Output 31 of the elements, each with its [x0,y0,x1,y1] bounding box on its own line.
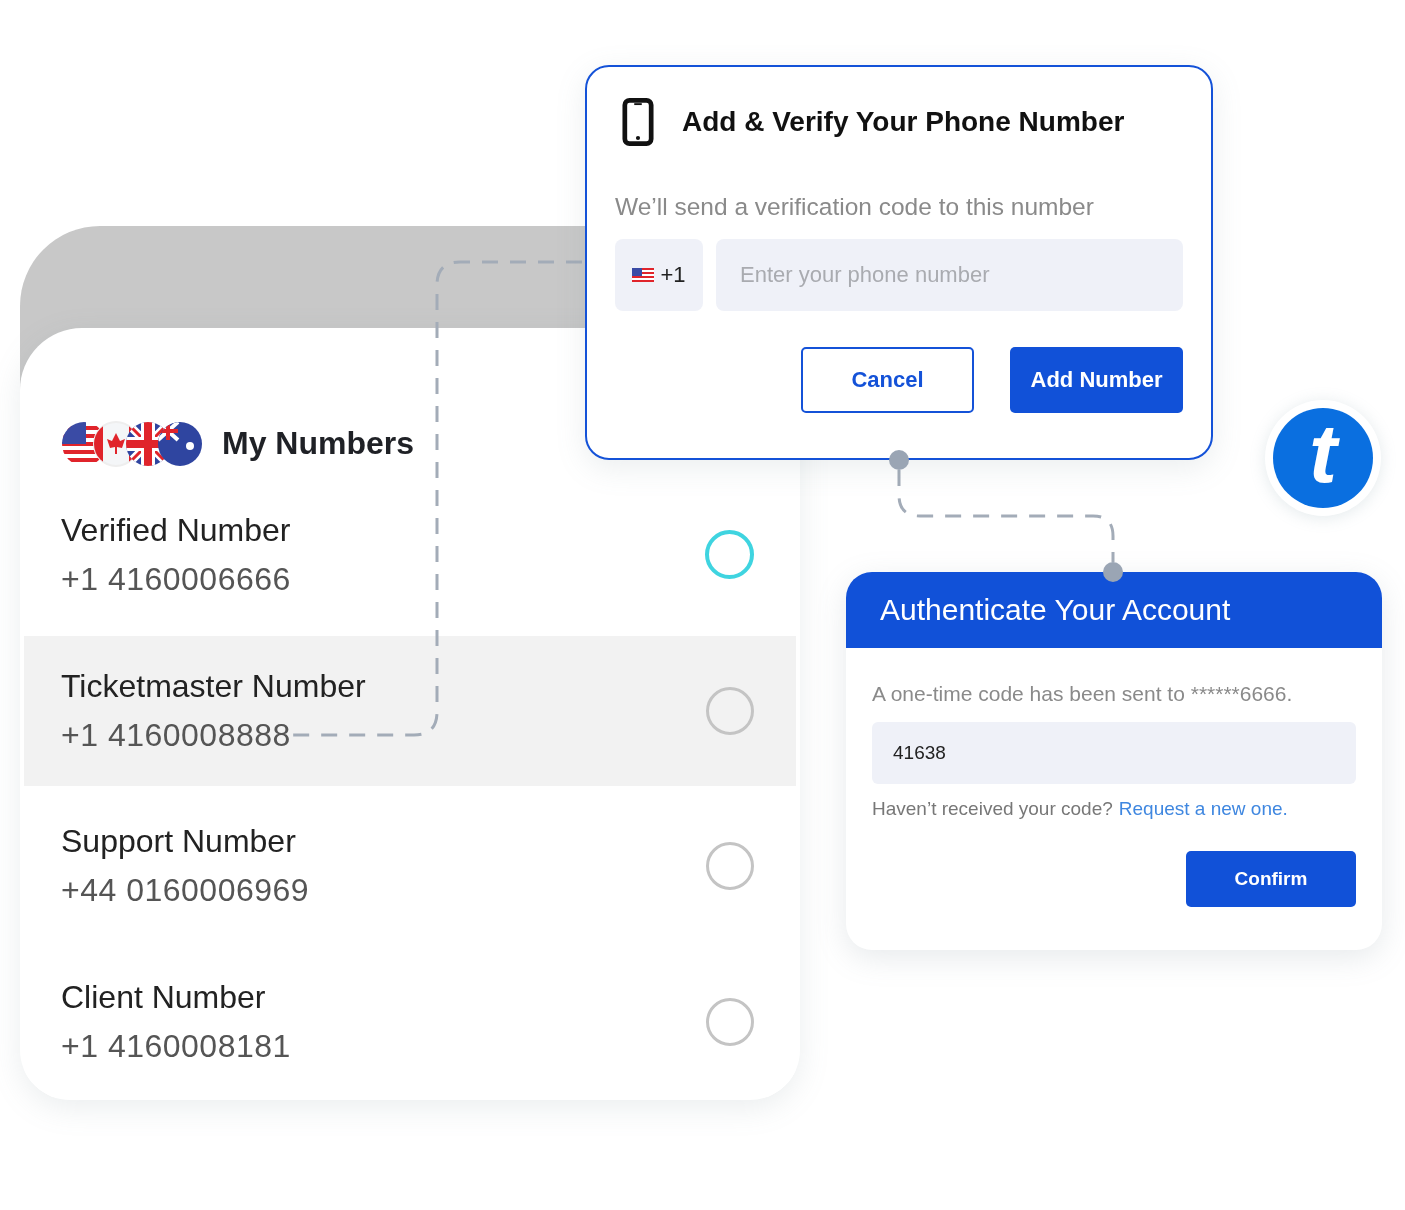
phone-number: +1 4160008181 [61,1028,291,1066]
code-message: A one-time code has been sent to ******6666. [872,682,1294,706]
number-row[interactable]: Ticketmaster Number +1 4160008888 [24,635,796,786]
radio-button[interactable] [705,530,754,580]
cancel-button[interactable]: Cancel [801,347,974,413]
resend-link[interactable]: Request a new one. [1118,798,1288,820]
radio-button[interactable] [706,686,754,735]
dialog-subtitle: We’ll send a verification code to this number [615,193,1095,221]
number-label: Ticketmaster Number [61,667,366,705]
number-label: Verified Number [61,511,291,549]
dialog-title: Add & Verify Your Phone Number [682,106,1125,138]
section-title: My Numbers [222,425,415,462]
phone-number: +1 4160008888 [61,716,292,754]
connector-dot [1103,562,1123,582]
confirm-button[interactable]: Confirm [1186,851,1356,907]
add-button[interactable]: Add Number [1010,347,1183,413]
phone-input[interactable]: Enter your phone number [716,239,1183,311]
number-label: Support Number [61,823,297,861]
logo: t [1265,400,1381,516]
radio-button[interactable] [706,998,754,1047]
card-title: Authenticate Your Account [880,593,1231,627]
phone-number: +44 0160006969 [61,872,310,910]
radio-button[interactable] [706,842,754,891]
country-code-selector[interactable]: +1 [615,239,703,311]
number-label: Client Number [61,979,267,1017]
phone-icon [622,97,654,147]
connector-dot [889,450,909,470]
phone-number: +1 4160006666 [61,560,291,598]
resend-prompt: Haven’t received your code? [872,798,1113,820]
code-input[interactable]: 41638 [872,722,1356,784]
flag-icon [632,268,655,282]
